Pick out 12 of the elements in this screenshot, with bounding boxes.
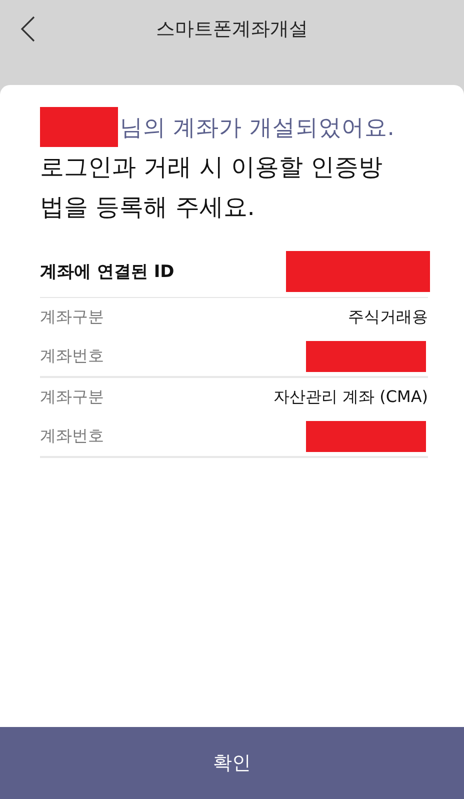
field-value: 주식거래용 [348, 307, 428, 328]
field-label: 계좌에 연결된 ID [40, 260, 174, 282]
field-label: 계좌번호 [40, 426, 104, 447]
field-label: 계좌구분 [40, 387, 104, 408]
field-label: 계좌번호 [40, 346, 104, 367]
screen-title: 스마트폰계좌개설 [156, 17, 308, 42]
back-icon[interactable] [20, 16, 36, 42]
confirm-button[interactable]: 확인 [0, 727, 464, 799]
greeting-text: 님의 계좌가 개설되었어요. [120, 114, 394, 142]
field-value: 자산관리 계좌 (CMA) [273, 387, 428, 408]
instruction-text: 로그인과 거래 시 이용할 인증방법을 등록해 주세요. [40, 152, 384, 223]
field-label: 계좌구분 [40, 307, 104, 328]
